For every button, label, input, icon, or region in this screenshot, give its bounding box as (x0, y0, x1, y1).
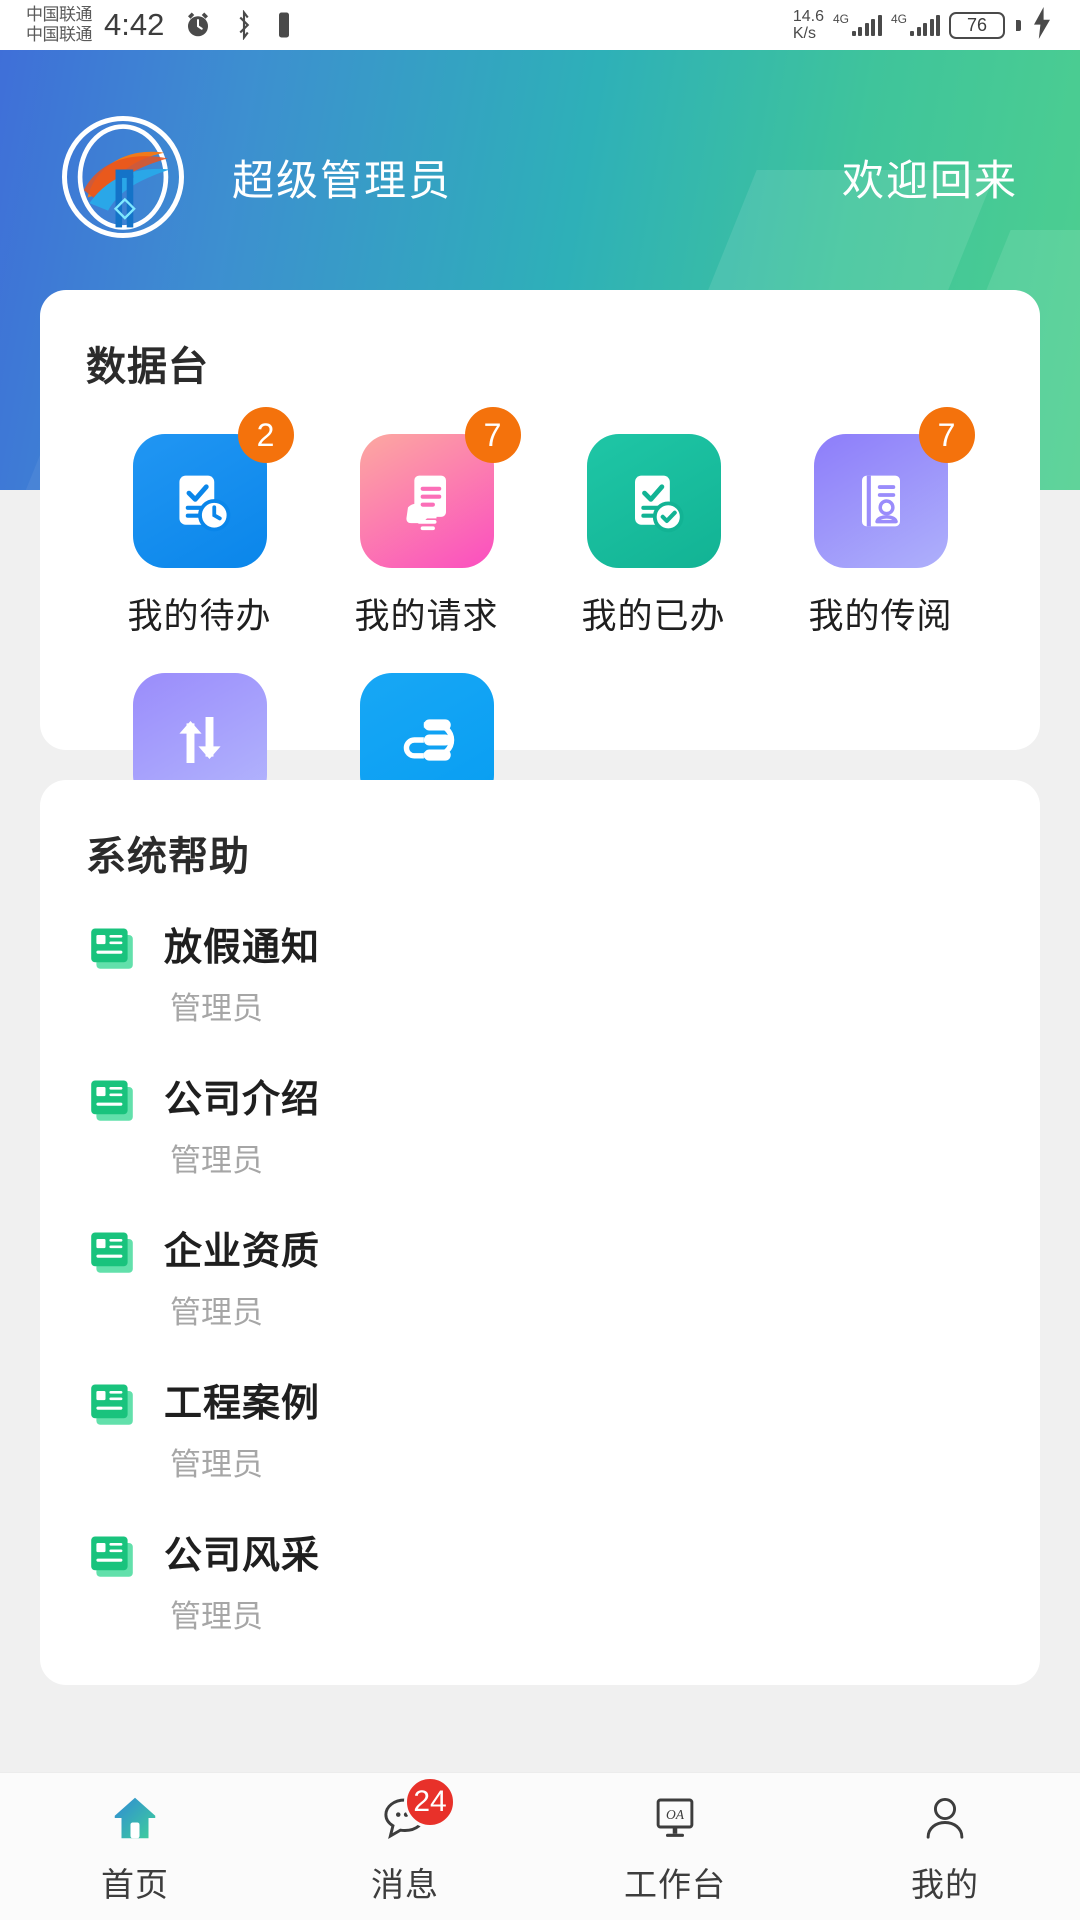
data-board-label-request: 我的请求 (354, 588, 498, 639)
alarm-icon (183, 10, 213, 40)
message-icon: 24 (378, 1788, 432, 1848)
battery-level-text: 76 (967, 15, 987, 36)
signal-sim1: 4G (833, 14, 882, 36)
list-item[interactable]: 放假通知 管理员 (86, 916, 994, 1028)
list-item-title: 放假通知 (164, 916, 320, 971)
network-speed-value: 14.6 (793, 8, 824, 25)
list-item-title: 企业资质 (164, 1220, 320, 1275)
carrier-sim2: 中国联通 (26, 25, 92, 45)
list-item-text: 公司风采 管理员 (164, 1524, 320, 1636)
list-item-author: 管理员 (170, 1135, 320, 1180)
charging-bolt-icon (1030, 7, 1054, 44)
signal-bars-icon-1 (852, 14, 882, 36)
oa-monitor-icon: OA (648, 1788, 702, 1848)
carrier-labels: 中国联通 中国联通 (26, 5, 92, 45)
request-hand-icon: 7 (360, 434, 494, 568)
person-icon (918, 1788, 972, 1848)
status-bar-left: 中国联通 中国联通 4:42 (26, 5, 293, 45)
data-board-item-circulate[interactable]: 7 我的传阅 (767, 434, 994, 639)
done-check-icon (587, 434, 721, 568)
tab-profile[interactable]: 我的 (810, 1788, 1080, 1906)
list-item[interactable]: 公司介绍 管理员 (86, 1068, 994, 1180)
tab-label-workbench: 工作台 (624, 1858, 726, 1906)
list-item[interactable]: 公司风采 管理员 (86, 1524, 994, 1636)
data-board-label-circulate: 我的传阅 (808, 588, 952, 639)
status-time: 4:42 (104, 7, 164, 43)
network-type-label-2: 4G (891, 14, 907, 24)
company-logo-icon (62, 116, 184, 238)
app-root: 中国联通 中国联通 4:42 14.6 K/s 4G (0, 0, 1080, 1920)
vibrate-icon (275, 10, 293, 40)
list-item-text: 放假通知 管理员 (164, 916, 320, 1028)
request-badge: 7 (465, 407, 521, 463)
circulate-badge: 7 (919, 407, 975, 463)
news-icon (86, 1226, 138, 1278)
tab-label-home: 首页 (101, 1858, 169, 1906)
bottom-tab-bar: 首页 24 消息 OA 工作台 我的 (0, 1772, 1080, 1920)
data-board-label-done: 我的已办 (581, 588, 725, 639)
list-item-author: 管理员 (170, 1591, 320, 1636)
list-item-title: 公司风采 (164, 1524, 320, 1579)
status-bar-right: 14.6 K/s 4G 4G 76 (793, 7, 1054, 44)
message-badge: 24 (404, 1776, 456, 1828)
list-item-title: 工程案例 (164, 1372, 320, 1427)
data-board-card: 数据台 2 我的待办 7 我的请求 我的已办 (40, 290, 1040, 750)
list-item-author: 管理员 (170, 1439, 320, 1484)
list-item-author: 管理员 (170, 983, 320, 1028)
svg-text:OA: OA (666, 1807, 685, 1822)
data-board-label-todo: 我的待办 (127, 588, 271, 639)
news-icon (86, 922, 138, 974)
welcome-text: 欢迎回来 (842, 147, 1018, 208)
status-bar: 中国联通 中国联通 4:42 14.6 K/s 4G (0, 0, 1080, 50)
system-help-title: 系统帮助 (86, 824, 994, 882)
tab-label-message: 消息 (371, 1858, 439, 1906)
list-item-title: 公司介绍 (164, 1068, 320, 1123)
todo-badge: 2 (238, 407, 294, 463)
tab-message[interactable]: 24 消息 (270, 1788, 540, 1906)
bluetooth-icon (232, 10, 256, 40)
circulate-card-icon: 7 (814, 434, 948, 568)
list-item[interactable]: 企业资质 管理员 (86, 1220, 994, 1332)
news-icon (86, 1074, 138, 1126)
data-board-item-todo[interactable]: 2 我的待办 (86, 434, 313, 639)
data-board-title: 数据台 (86, 334, 994, 392)
signal-sim2: 4G (891, 14, 940, 36)
signal-bars-icon-2 (910, 14, 940, 36)
list-item-text: 公司介绍 管理员 (164, 1068, 320, 1180)
list-item-text: 企业资质 管理员 (164, 1220, 320, 1332)
data-board-item-request[interactable]: 7 我的请求 (313, 434, 540, 639)
tab-workbench[interactable]: OA 工作台 (540, 1788, 810, 1906)
data-board-item-done[interactable]: 我的已办 (540, 434, 767, 639)
news-icon (86, 1378, 138, 1430)
list-item[interactable]: 工程案例 管理员 (86, 1372, 994, 1484)
header-row: 超级管理员 欢迎回来 (0, 102, 1080, 252)
list-item-text: 工程案例 管理员 (164, 1372, 320, 1484)
battery-cap-icon (1016, 20, 1021, 31)
tab-home[interactable]: 首页 (0, 1788, 270, 1906)
todo-clock-icon: 2 (133, 434, 267, 568)
tab-label-profile: 我的 (911, 1858, 979, 1906)
carrier-sim1: 中国联通 (26, 5, 92, 25)
user-name: 超级管理员 (232, 147, 452, 208)
news-icon (86, 1530, 138, 1582)
network-speed: 14.6 K/s (793, 8, 824, 42)
list-item-author: 管理员 (170, 1287, 320, 1332)
network-type-label-1: 4G (833, 14, 849, 24)
home-icon (108, 1788, 162, 1848)
battery-icon: 76 (949, 12, 1005, 39)
system-help-card: 系统帮助 放假通知 管理员 公司介绍 管理员 (40, 780, 1040, 1685)
network-speed-unit: K/s (793, 25, 816, 42)
system-help-list: 放假通知 管理员 公司介绍 管理员 企业资质 管理员 (86, 916, 994, 1636)
